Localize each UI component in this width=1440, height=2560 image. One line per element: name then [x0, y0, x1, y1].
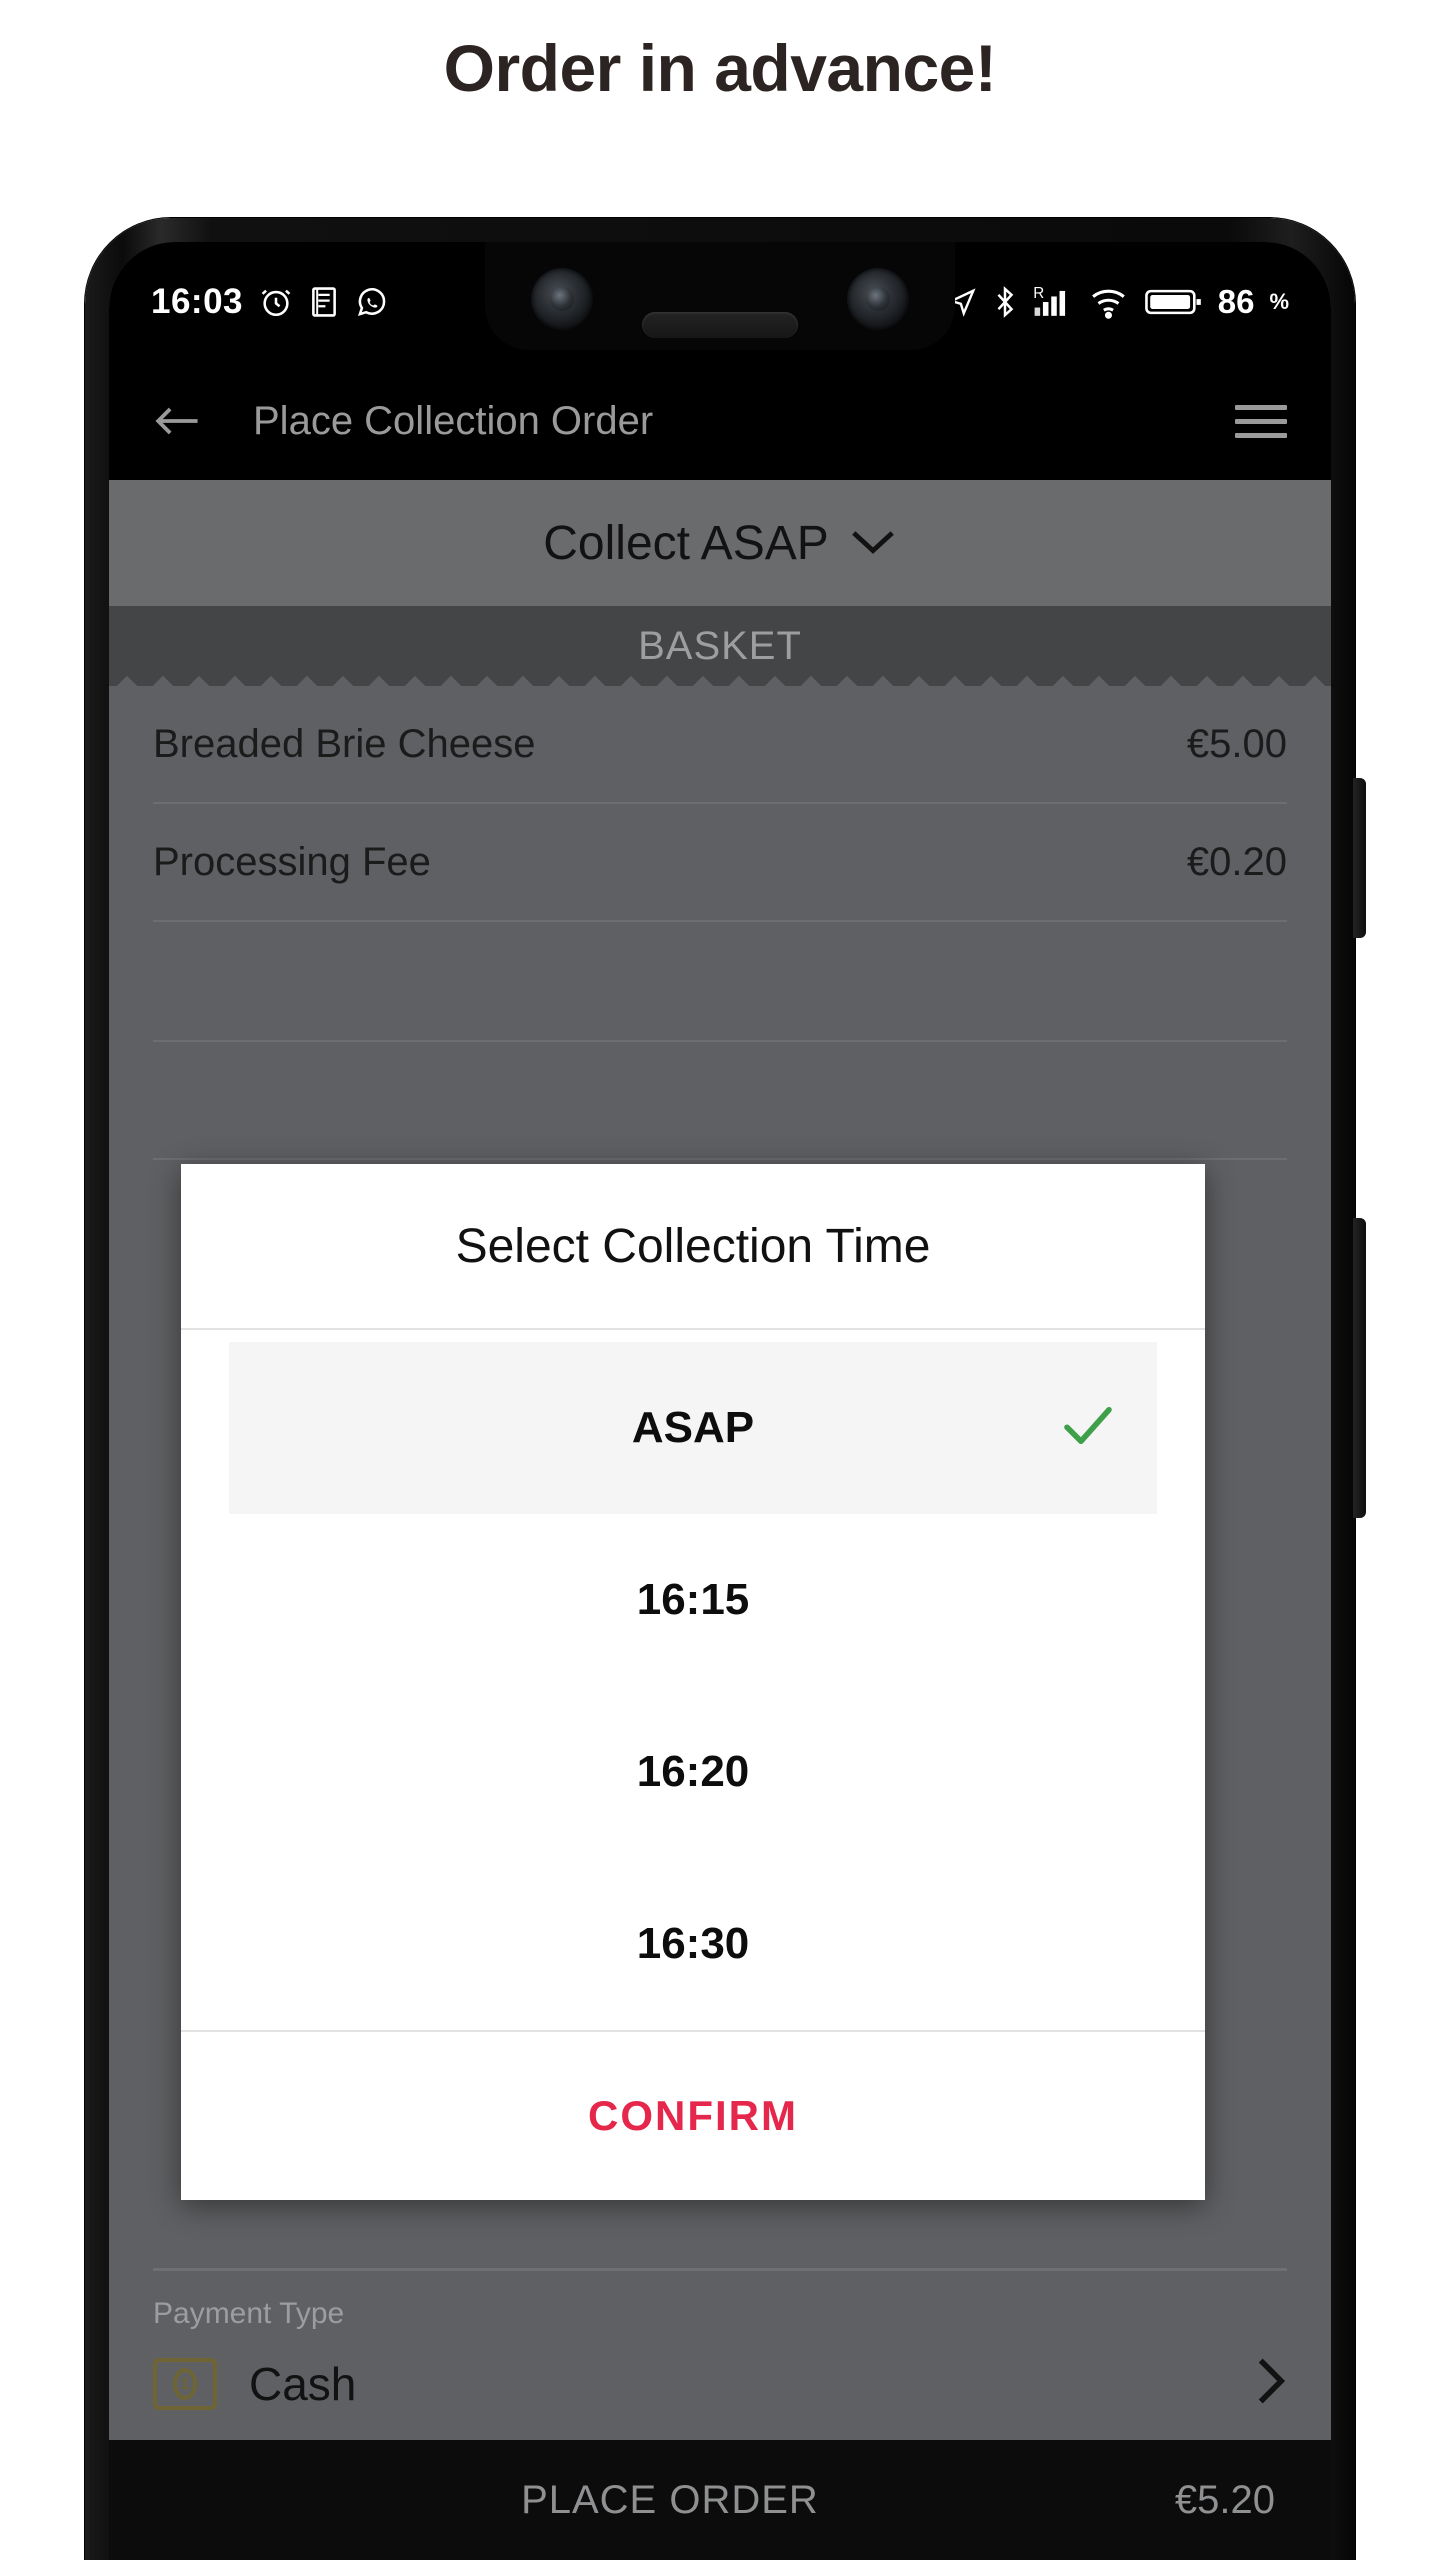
chevron-right-icon[interactable] — [1253, 2355, 1287, 2412]
bluetooth-icon — [992, 285, 1018, 319]
earpiece-speaker — [642, 312, 798, 338]
select-collection-time-dialog: Select Collection Time ASAP 16:15 16:20 … — [181, 1164, 1205, 2200]
payment-type-section: Payment Type 1 Cash — [109, 2268, 1331, 2440]
order-total-amount: €5.20 — [1174, 2477, 1275, 2522]
roaming-signal-icon: R — [1033, 284, 1075, 320]
place-order-label: PLACE ORDER — [521, 2477, 819, 2522]
collection-time-option-1620[interactable]: 16:20 — [229, 1686, 1157, 1858]
phone-side-button-bottom[interactable] — [1353, 1218, 1366, 1518]
basket-item-price: €0.20 — [1186, 839, 1287, 884]
battery-percent-unit: % — [1269, 289, 1289, 314]
receipt-zigzag-edge — [109, 671, 1331, 687]
option-label: ASAP — [631, 1403, 755, 1452]
dialog-footer: CONFIRM — [181, 2030, 1205, 2200]
collection-time-options: ASAP 16:15 16:20 16:30 — [181, 1330, 1205, 2030]
app-screen: 16:03 R 86 % Place Collection Order Coll… — [109, 242, 1331, 2560]
table-row: Breaded Brie Cheese €5.00 — [153, 686, 1287, 804]
payment-type-label: Payment Type — [153, 2297, 345, 2330]
screenshot-root: Order in advance! 16:03 R 86 % Place Col… — [0, 0, 1440, 2560]
option-label: 16:20 — [636, 1747, 750, 1796]
collection-time-option-1615[interactable]: 16:15 — [229, 1514, 1157, 1686]
option-label: 16:15 — [636, 1575, 750, 1624]
wifi-icon — [1090, 285, 1130, 319]
basket-item-list: Breaded Brie Cheese €5.00 Processing Fee… — [109, 686, 1331, 922]
status-bar-right: R 86 % — [947, 283, 1289, 321]
option-label: 16:30 — [636, 1919, 750, 1968]
chevron-down-icon — [849, 526, 897, 561]
back-arrow-icon[interactable] — [153, 397, 201, 445]
place-order-bar[interactable]: PLACE ORDER €5.20 — [109, 2440, 1331, 2560]
status-bar-clock: 16:03 — [151, 282, 244, 321]
phone-screen-bezel: 16:03 R 86 % Place Collection Order Coll… — [109, 242, 1331, 2560]
collect-time-label: Collect ASAP — [543, 516, 829, 570]
divider — [153, 2268, 1287, 2271]
table-row: Processing Fee €0.20 — [153, 804, 1287, 922]
payment-type-value: Cash — [249, 2357, 357, 2410]
basket-section-header: BASKET — [109, 606, 1331, 687]
basket-row-placeholder — [109, 1042, 1331, 1158]
notes-icon — [309, 285, 339, 319]
phone-notch — [485, 242, 955, 350]
collection-time-option-1630[interactable]: 16:30 — [229, 1858, 1157, 2030]
alarm-clock-icon — [259, 285, 293, 319]
basket-item-name: Processing Fee — [153, 839, 431, 884]
front-camera-lens-left — [531, 268, 593, 330]
collection-time-option-asap[interactable]: ASAP — [229, 1342, 1157, 1514]
whatsapp-icon — [355, 285, 389, 319]
divider — [153, 1158, 1287, 1160]
phone-side-button-top[interactable] — [1353, 778, 1366, 938]
app-bar: Place Collection Order — [109, 362, 1331, 480]
battery-percent-value: 86 — [1217, 283, 1255, 320]
battery-icon — [1144, 287, 1203, 317]
page-headline: Order in advance! — [443, 31, 997, 105]
hamburger-menu-icon[interactable] — [1235, 404, 1287, 438]
basket-item-price: €5.00 — [1186, 721, 1287, 766]
basket-item-name: Breaded Brie Cheese — [153, 721, 536, 766]
dialog-title: Select Collection Time — [181, 1164, 1205, 1330]
basket-section-label: BASKET — [638, 623, 802, 668]
front-camera-lens-right — [847, 268, 909, 330]
basket-row-placeholder — [109, 922, 1331, 1040]
status-bar-left: 16:03 — [151, 282, 389, 322]
confirm-button[interactable]: CONFIRM — [588, 2092, 798, 2140]
cash-banknote-icon: 1 — [153, 2357, 217, 2410]
page-title: Place Collection Order — [253, 398, 654, 443]
check-icon — [1061, 1405, 1115, 1452]
collect-time-selector[interactable]: Collect ASAP — [109, 480, 1331, 606]
svg-text:R: R — [1033, 285, 1044, 302]
payment-type-row[interactable]: 1 Cash — [153, 2355, 1287, 2412]
phone-device-frame: 16:03 R 86 % Place Collection Order Coll… — [85, 218, 1366, 2560]
